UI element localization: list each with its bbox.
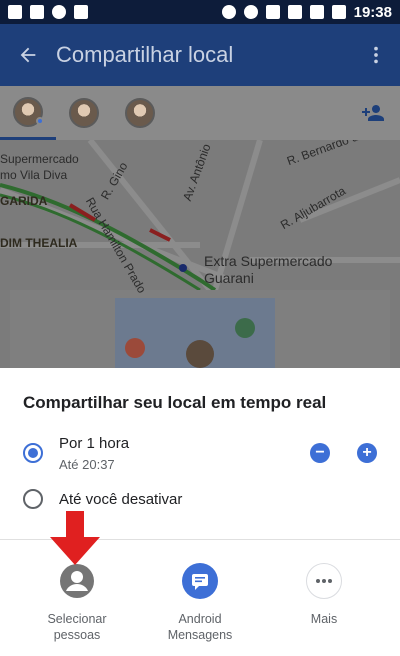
gallery-icon (30, 5, 44, 19)
wifi-icon (265, 5, 280, 19)
avatar-contact-1[interactable] (56, 86, 112, 140)
more-vert-icon (374, 46, 378, 64)
decrease-time-button[interactable]: − (310, 443, 330, 463)
more-options-button[interactable] (352, 44, 400, 66)
more-share-button[interactable]: Mais (264, 563, 384, 627)
facebook-icon (8, 5, 22, 19)
app-bar: Compartilhar local (0, 24, 400, 86)
option-label: Até você desativar (59, 491, 183, 508)
map-label: GARIDA (0, 194, 48, 208)
system-icons: 19:38 (221, 3, 392, 21)
option-label: Por 1 hora (59, 435, 130, 452)
messages-icon (182, 563, 218, 599)
option-sub: Até 20:37 (59, 457, 115, 472)
android-messages-button[interactable]: Android Mensagens (140, 563, 260, 643)
map-label: Supermercado (0, 152, 79, 166)
person-add-icon (362, 105, 384, 121)
battery-icon (331, 5, 346, 19)
notification-icons (8, 5, 88, 19)
add-person-button[interactable] (346, 86, 400, 140)
more-horiz-icon (306, 563, 342, 599)
radio-until-off[interactable] (23, 489, 43, 509)
option-1-hour[interactable]: Por 1 hora Até 20:37 − + (0, 432, 400, 476)
sheet-title: Compartilhar seu local em tempo real (23, 393, 327, 412)
map-view[interactable]: Supermercado mo Vila Diva GARIDA DIM THE… (0, 140, 400, 368)
share-label: Mais (310, 612, 338, 626)
red-arrow-annotation (50, 511, 100, 565)
avatar-contact-2[interactable] (112, 86, 168, 140)
map-label: Extra Supermercado (204, 253, 333, 269)
avatar (125, 98, 155, 128)
clock: 19:38 (353, 3, 392, 21)
avatar (69, 98, 99, 128)
cast-icon (74, 5, 88, 19)
select-people-button[interactable]: Selecionar pessoas (17, 563, 137, 643)
share-label: Android Mensagens (167, 612, 233, 642)
airplane-mode-icon (309, 5, 324, 19)
map-label: mo Vila Diva (0, 168, 68, 182)
contact-avatars-row (0, 86, 400, 140)
account-circle-icon (59, 563, 95, 599)
status-bar: 19:38 (0, 0, 400, 24)
map-label: DIM THEALIA (0, 236, 78, 250)
radio-1-hour[interactable] (23, 443, 43, 463)
share-label: Selecionar pessoas (47, 612, 107, 642)
bluetooth-icon (221, 5, 236, 19)
app-notification-icon (52, 5, 66, 19)
avatar-me[interactable] (0, 86, 56, 140)
page-title: Compartilhar local (56, 42, 234, 67)
map-label: Guarani (204, 270, 254, 286)
increase-time-button[interactable]: + (357, 443, 377, 463)
alarm-icon (243, 5, 258, 19)
no-signal-icon (287, 5, 302, 19)
back-button[interactable] (0, 24, 56, 86)
option-until-off[interactable]: Até você desativar (0, 488, 400, 512)
location-dot-icon (36, 117, 44, 125)
arrow-back-icon (20, 47, 36, 63)
